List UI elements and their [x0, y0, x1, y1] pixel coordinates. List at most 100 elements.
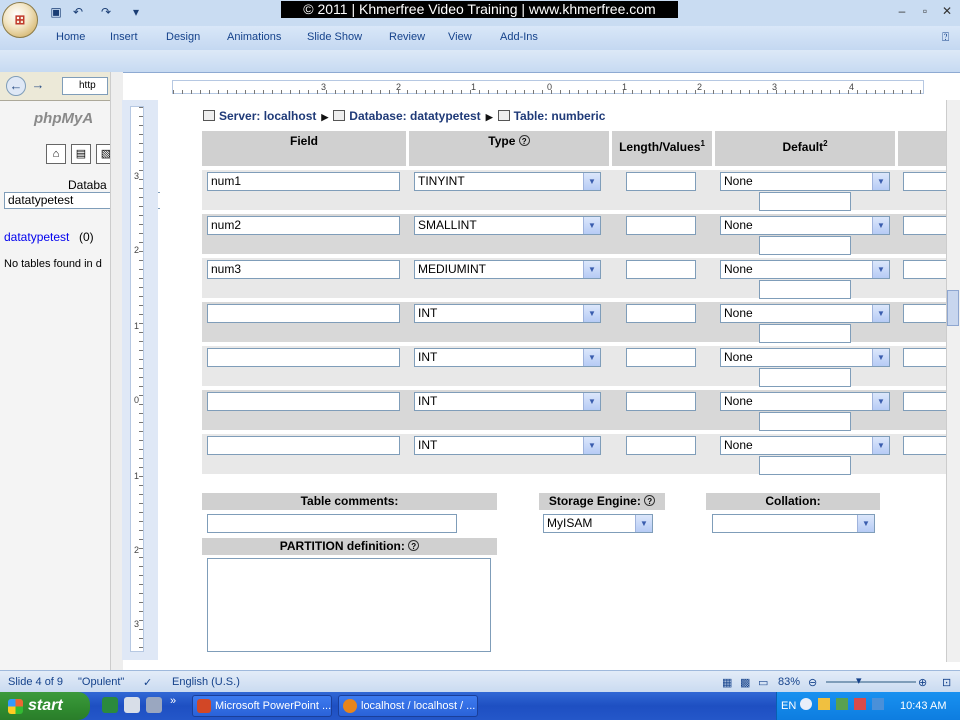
- default-value-input[interactable]: [759, 412, 851, 431]
- database-link[interactable]: datatypetest: [4, 230, 69, 244]
- redo-icon[interactable]: ↷: [98, 5, 114, 19]
- save-icon[interactable]: ▣: [48, 5, 64, 19]
- tab-view[interactable]: View: [448, 31, 472, 43]
- default-select[interactable]: None ▼: [720, 260, 890, 279]
- length-input[interactable]: [626, 436, 696, 455]
- type-select[interactable]: INT ▼: [414, 348, 601, 367]
- tray-back-icon[interactable]: [800, 698, 812, 710]
- field-name-input[interactable]: [207, 392, 400, 411]
- zoom-out-icon[interactable]: ⊖: [808, 676, 817, 689]
- tray-security-icon[interactable]: [854, 698, 866, 710]
- field-name-input[interactable]: num1: [207, 172, 400, 191]
- help-icon[interactable]: ?: [408, 540, 420, 551]
- vertical-scrollbar[interactable]: [946, 100, 960, 662]
- default-select[interactable]: None ▼: [720, 348, 890, 367]
- default-select[interactable]: None ▼: [720, 392, 890, 411]
- spellcheck-icon[interactable]: ✓: [143, 676, 152, 689]
- type-select[interactable]: INT ▼: [414, 436, 601, 455]
- default-value-input[interactable]: [759, 192, 851, 211]
- tab-review[interactable]: Review: [389, 31, 425, 43]
- sql-query-icon[interactable]: ▤: [71, 144, 91, 164]
- tray-app-icon[interactable]: [818, 698, 830, 710]
- field-name-input[interactable]: num2: [207, 216, 400, 235]
- quicklaunch-desktop-icon[interactable]: [146, 697, 162, 713]
- type-select[interactable]: TINYINT ▼: [414, 172, 601, 191]
- tray-volume-icon[interactable]: [872, 698, 884, 710]
- restore-icon[interactable]: ▫: [916, 4, 934, 18]
- normal-view-icon[interactable]: ▦: [722, 676, 732, 689]
- slideshow-view-icon[interactable]: ▭: [758, 676, 768, 689]
- undo-icon[interactable]: ↶: [70, 5, 86, 19]
- slide-sorter-icon[interactable]: ▩: [740, 676, 750, 689]
- collation-select[interactable]: ▼: [712, 514, 875, 533]
- chevron-right-icon[interactable]: »: [170, 695, 176, 707]
- zoom-in-icon[interactable]: ⊕: [918, 676, 927, 689]
- taskbar-powerpoint[interactable]: Microsoft PowerPoint ...: [192, 695, 332, 717]
- length-input[interactable]: [626, 172, 696, 191]
- forward-icon[interactable]: →: [30, 76, 46, 96]
- partition-textarea[interactable]: [207, 558, 491, 652]
- status-language: English (U.S.): [172, 676, 240, 688]
- tab-home[interactable]: Home: [56, 31, 85, 43]
- default-value-input[interactable]: [759, 324, 851, 343]
- default-value-input[interactable]: [759, 368, 851, 387]
- customize-quick-access-icon[interactable]: ▾: [128, 5, 144, 19]
- default-value-input[interactable]: [759, 236, 851, 255]
- back-icon[interactable]: ←: [6, 76, 26, 96]
- quicklaunch-app-icon[interactable]: [102, 697, 118, 713]
- office-button[interactable]: ⊞: [2, 2, 38, 38]
- storage-engine-select[interactable]: MyISAM ▼: [543, 514, 653, 533]
- field-name-input[interactable]: [207, 304, 400, 323]
- default-select[interactable]: None ▼: [720, 216, 890, 235]
- field-name-input[interactable]: num3: [207, 260, 400, 279]
- default-select-value: None: [724, 174, 753, 188]
- tab-slide-show[interactable]: Slide Show: [307, 31, 362, 43]
- help-icon[interactable]: ?: [644, 495, 656, 506]
- input-language[interactable]: EN: [781, 700, 796, 712]
- field-name-input[interactable]: [207, 436, 400, 455]
- zoom-slider[interactable]: [826, 681, 916, 683]
- minimize-icon[interactable]: –: [893, 4, 911, 18]
- home-icon[interactable]: ⌂: [46, 144, 66, 164]
- chevron-down-icon: ▼: [583, 305, 600, 322]
- type-select-value: INT: [418, 306, 438, 320]
- length-input[interactable]: [626, 348, 696, 367]
- default-select[interactable]: None ▼: [720, 436, 890, 455]
- taskbar-browser[interactable]: localhost / localhost / ...: [338, 695, 478, 717]
- zoom-slider-thumb[interactable]: ▾: [856, 674, 862, 687]
- fit-to-window-icon[interactable]: ⊡: [942, 676, 951, 689]
- scrollbar-thumb[interactable]: [947, 290, 959, 326]
- quicklaunch-printer-icon[interactable]: [124, 697, 140, 713]
- tray-network-icon[interactable]: [836, 698, 848, 710]
- tab-insert[interactable]: Insert: [110, 31, 138, 43]
- taskbar-powerpoint-label: Microsoft PowerPoint ...: [215, 700, 332, 712]
- type-select[interactable]: INT ▼: [414, 304, 601, 323]
- length-input[interactable]: [626, 304, 696, 323]
- type-select[interactable]: INT ▼: [414, 392, 601, 411]
- help-icon[interactable]: ⍰: [942, 30, 949, 45]
- breadcrumb-server[interactable]: Server: localhost: [219, 109, 316, 123]
- tab-design[interactable]: Design: [166, 31, 200, 43]
- help-icon[interactable]: ?: [518, 135, 530, 146]
- tab-animations[interactable]: Animations: [227, 31, 281, 43]
- breadcrumb-table[interactable]: Table: numberic: [514, 109, 606, 123]
- status-zoom[interactable]: 83%: [778, 676, 800, 688]
- type-select[interactable]: MEDIUMINT ▼: [414, 260, 601, 279]
- type-select[interactable]: SMALLINT ▼: [414, 216, 601, 235]
- length-input[interactable]: [626, 216, 696, 235]
- close-icon[interactable]: ✕: [938, 4, 956, 18]
- length-input[interactable]: [626, 392, 696, 411]
- length-input[interactable]: [626, 260, 696, 279]
- breadcrumb-database[interactable]: Database: datatypetest: [349, 109, 480, 123]
- firefox-icon: [343, 699, 357, 713]
- default-select[interactable]: None ▼: [720, 172, 890, 191]
- table-comments-input[interactable]: [207, 514, 457, 533]
- field-name-input[interactable]: [207, 348, 400, 367]
- tab-add-ins[interactable]: Add-Ins: [500, 31, 538, 43]
- address-bar[interactable]: http: [62, 77, 108, 95]
- chevron-down-icon: ▼: [583, 349, 600, 366]
- default-select[interactable]: None ▼: [720, 304, 890, 323]
- default-select-value: None: [724, 262, 753, 276]
- default-value-input[interactable]: [759, 456, 851, 475]
- default-value-input[interactable]: [759, 280, 851, 299]
